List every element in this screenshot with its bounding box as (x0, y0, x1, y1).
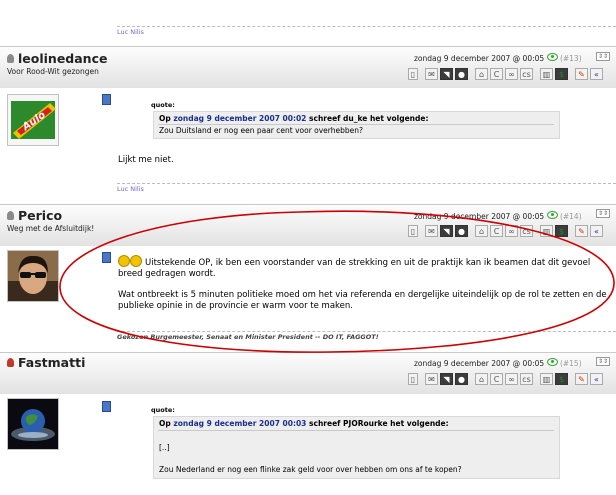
quote-label: quote: (151, 406, 175, 414)
quote-text: [..] (159, 443, 170, 452)
cs-icon[interactable]: cs (520, 68, 533, 80)
up-down-icon[interactable]: ⇕⇕ (596, 357, 611, 366)
post-date: zondag 9 december 2007 @ 00:05 (#13) (414, 53, 582, 63)
mail-icon[interactable]: ✉ (425, 373, 438, 385)
quote-label: quote: (151, 101, 175, 109)
home-icon[interactable]: ⌂ (475, 68, 488, 80)
web-icon[interactable]: ● (455, 225, 468, 237)
quote-link[interactable]: zondag 9 december 2007 00:02 (173, 114, 306, 123)
post-date: zondag 9 december 2007 @ 00:05 (#14) (414, 211, 582, 221)
post-toolbar: ▯ ✉ ◥ ● ⌂ C ∞ cs ▥ $ ✎ « (408, 68, 605, 80)
username[interactable]: Fastmatti (7, 355, 85, 370)
cs-icon[interactable]: cs (520, 373, 533, 385)
post-body: Lijkt me niet. (118, 155, 174, 165)
home-icon[interactable]: ⌂ (475, 225, 488, 237)
dollar-icon[interactable]: $ (555, 68, 568, 80)
profile-icon[interactable]: ◥ (440, 373, 453, 385)
c-icon[interactable]: C (490, 373, 503, 385)
link-icon[interactable]: ∞ (505, 225, 518, 237)
web-icon[interactable]: ● (455, 68, 468, 80)
quote-divider (158, 430, 554, 431)
profile-icon[interactable]: ◥ (440, 68, 453, 80)
quote-text: Zou Duitsland er nog een paar cent voor … (159, 126, 363, 135)
dollar-icon[interactable]: $ (555, 373, 568, 385)
eye-icon[interactable] (546, 358, 558, 366)
signature-link[interactable]: Luc Nilis (117, 185, 144, 193)
pm-icon[interactable] (102, 252, 111, 263)
eye-icon[interactable] (546, 211, 558, 219)
page-icon[interactable]: ▯ (408, 225, 418, 237)
separator (117, 183, 616, 184)
link-icon[interactable]: ∞ (505, 68, 518, 80)
mail-icon[interactable]: ✉ (425, 225, 438, 237)
eye-icon[interactable] (546, 53, 558, 61)
quote-link[interactable]: zondag 9 december 2007 00:03 (173, 419, 306, 428)
web-icon[interactable]: ● (455, 373, 468, 385)
home-icon[interactable]: ⌂ (475, 373, 488, 385)
chart-icon[interactable]: ▥ (540, 68, 553, 80)
page-icon[interactable]: ▯ (408, 373, 418, 385)
up-down-icon[interactable]: ⇕⇕ (596, 209, 611, 218)
quote-divider (158, 124, 554, 125)
gender-icon (7, 358, 14, 367)
quote-header: Op zondag 9 december 2007 00:03 schreef … (159, 419, 449, 428)
user-title: Weg met de Afsluitdijk! (7, 224, 95, 233)
separator (117, 331, 616, 332)
post-date: zondag 9 december 2007 @ 00:05 (#15) (414, 358, 582, 368)
signature: Gekozen Burgemeester, Senaat en Minister… (117, 333, 379, 341)
avatar[interactable] (7, 398, 59, 450)
quote-icon[interactable]: « (590, 225, 603, 237)
signature-link[interactable]: Luc Nilis (117, 28, 144, 36)
username[interactable]: Perico (7, 208, 62, 223)
username[interactable]: leolinedance (7, 51, 107, 66)
gender-icon (7, 54, 14, 63)
edit-icon[interactable]: ✎ (575, 373, 588, 385)
chart-icon[interactable]: ▥ (540, 373, 553, 385)
post-toolbar: ▯ ✉ ◥ ● ⌂ C ∞ cs ▥ $ ✎ « (408, 373, 605, 385)
quote-icon[interactable]: « (590, 373, 603, 385)
smiley-icon (130, 255, 142, 267)
smiley-icon (118, 255, 130, 267)
edit-icon[interactable]: ✎ (575, 68, 588, 80)
separator (117, 26, 616, 27)
c-icon[interactable]: C (490, 68, 503, 80)
cs-icon[interactable]: cs (520, 225, 533, 237)
user-title: Voor Rood-Wit gezongen (7, 67, 99, 76)
gender-icon (7, 211, 14, 220)
mail-icon[interactable]: ✉ (425, 68, 438, 80)
page-icon[interactable]: ▯ (408, 68, 418, 80)
pm-icon[interactable] (102, 401, 111, 412)
up-down-icon[interactable]: ⇕⇕ (596, 52, 611, 61)
quote-text: Zou Nederland er nog een flinke zak geld… (159, 465, 462, 474)
dollar-icon[interactable]: $ (555, 225, 568, 237)
quote-icon[interactable]: « (590, 68, 603, 80)
c-icon[interactable]: C (490, 225, 503, 237)
profile-icon[interactable]: ◥ (440, 225, 453, 237)
quote-header: Op zondag 9 december 2007 00:02 schreef … (159, 114, 429, 123)
post-body: Uitstekende OP, ik ben een voorstander v… (118, 255, 613, 312)
avatar[interactable] (7, 250, 59, 302)
chart-icon[interactable]: ▥ (540, 225, 553, 237)
avatar[interactable]: Aulo (7, 94, 59, 146)
pm-icon[interactable] (102, 94, 111, 105)
post-toolbar: ▯ ✉ ◥ ● ⌂ C ∞ cs ▥ $ ✎ « (408, 225, 605, 237)
link-icon[interactable]: ∞ (505, 373, 518, 385)
edit-icon[interactable]: ✎ (575, 225, 588, 237)
